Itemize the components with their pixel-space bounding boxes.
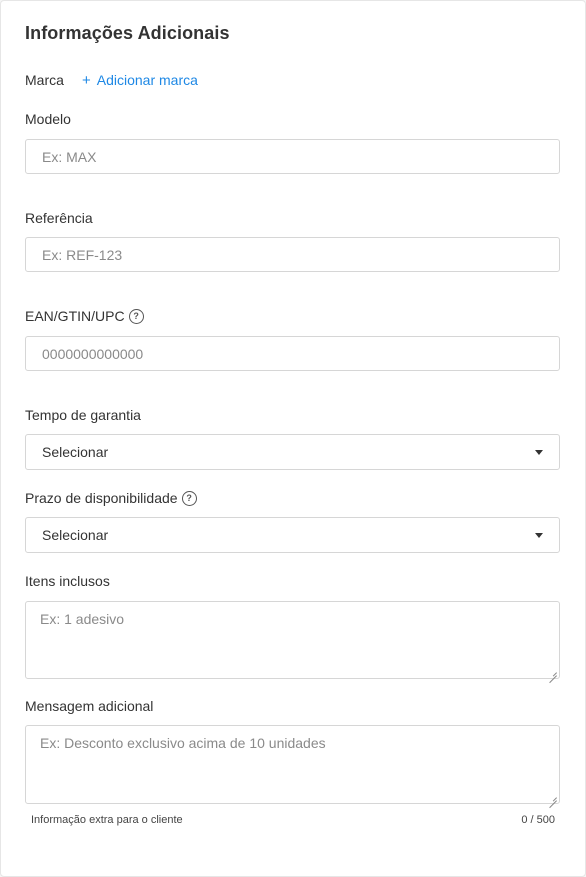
referencia-label-text: Referência xyxy=(25,210,93,226)
modelo-label: Modelo xyxy=(25,111,71,127)
garantia-label: Tempo de garantia xyxy=(25,407,141,423)
plus-icon: + xyxy=(82,72,91,89)
itens-label: Itens inclusos xyxy=(25,573,110,589)
referencia-field[interactable] xyxy=(25,237,560,272)
add-marca-link[interactable]: + Adicionar marca xyxy=(82,72,198,89)
disponibilidade-select-value: Selecionar xyxy=(42,527,109,543)
mensagem-counter: 0 / 500 xyxy=(521,814,555,826)
referencia-label: Referência xyxy=(25,210,93,226)
disponibilidade-select[interactable]: Selecionar xyxy=(25,517,560,553)
resize-handle-icon[interactable] xyxy=(549,793,557,801)
marca-row: Marca + Adicionar marca xyxy=(25,72,198,89)
mensagem-label: Mensagem adicional xyxy=(25,698,153,714)
caret-down-icon xyxy=(535,449,543,455)
marca-label: Marca xyxy=(25,72,64,88)
itens-label-text: Itens inclusos xyxy=(25,573,110,589)
referencia-input[interactable] xyxy=(40,245,559,264)
modelo-label-text: Modelo xyxy=(25,111,71,127)
question-circle-icon[interactable]: ? xyxy=(181,490,197,506)
modelo-field[interactable] xyxy=(25,139,560,174)
mensagem-placeholder: Ex: Desconto exclusivo acima de 10 unida… xyxy=(40,735,326,751)
mensagem-textarea[interactable]: Ex: Desconto exclusivo acima de 10 unida… xyxy=(25,725,560,804)
ean-input[interactable] xyxy=(40,344,559,363)
disponibilidade-label: Prazo de disponibilidade ? xyxy=(25,490,197,506)
garantia-select[interactable]: Selecionar xyxy=(25,434,560,470)
itens-placeholder: Ex: 1 adesivo xyxy=(40,611,125,627)
question-circle-icon[interactable]: ? xyxy=(128,308,144,324)
garantia-select-value: Selecionar xyxy=(42,444,109,460)
ean-label-text: EAN/GTIN/UPC xyxy=(25,308,125,324)
resize-handle-icon[interactable] xyxy=(549,668,557,676)
itens-textarea[interactable]: Ex: 1 adesivo xyxy=(25,601,560,679)
ean-field[interactable] xyxy=(25,336,560,371)
additional-info-card: Informações Adicionais Marca + Adicionar … xyxy=(0,0,586,877)
mensagem-label-text: Mensagem adicional xyxy=(25,698,154,714)
mensagem-hint: Informação extra para o cliente xyxy=(31,814,183,826)
ean-label: EAN/GTIN/UPC ? xyxy=(25,308,144,324)
section-title: Informações Adicionais xyxy=(25,23,230,43)
garantia-label-text: Tempo de garantia xyxy=(25,407,141,423)
disponibilidade-label-text: Prazo de disponibilidade xyxy=(25,490,178,506)
add-marca-label: Adicionar marca xyxy=(96,72,198,88)
caret-down-icon xyxy=(535,532,543,538)
modelo-input[interactable] xyxy=(40,147,559,166)
